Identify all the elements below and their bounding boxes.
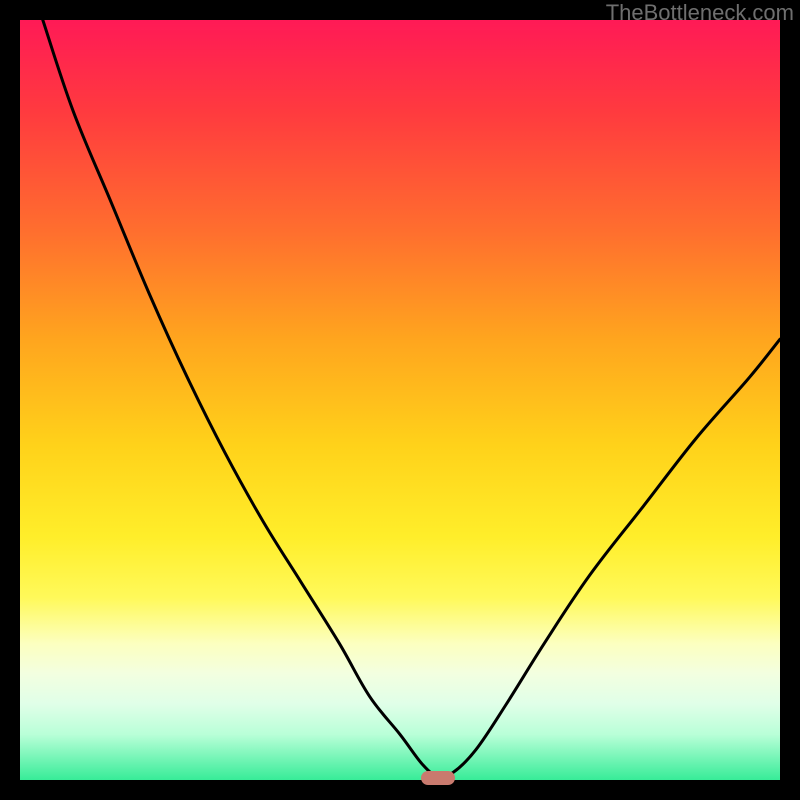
chart-frame: TheBottleneck.com	[0, 0, 800, 800]
chart-plot-area	[20, 20, 780, 780]
optimal-point-marker	[421, 771, 455, 785]
chart-line-layer	[20, 20, 780, 780]
bottleneck-curve	[43, 20, 780, 777]
watermark-text: TheBottleneck.com	[606, 0, 794, 26]
